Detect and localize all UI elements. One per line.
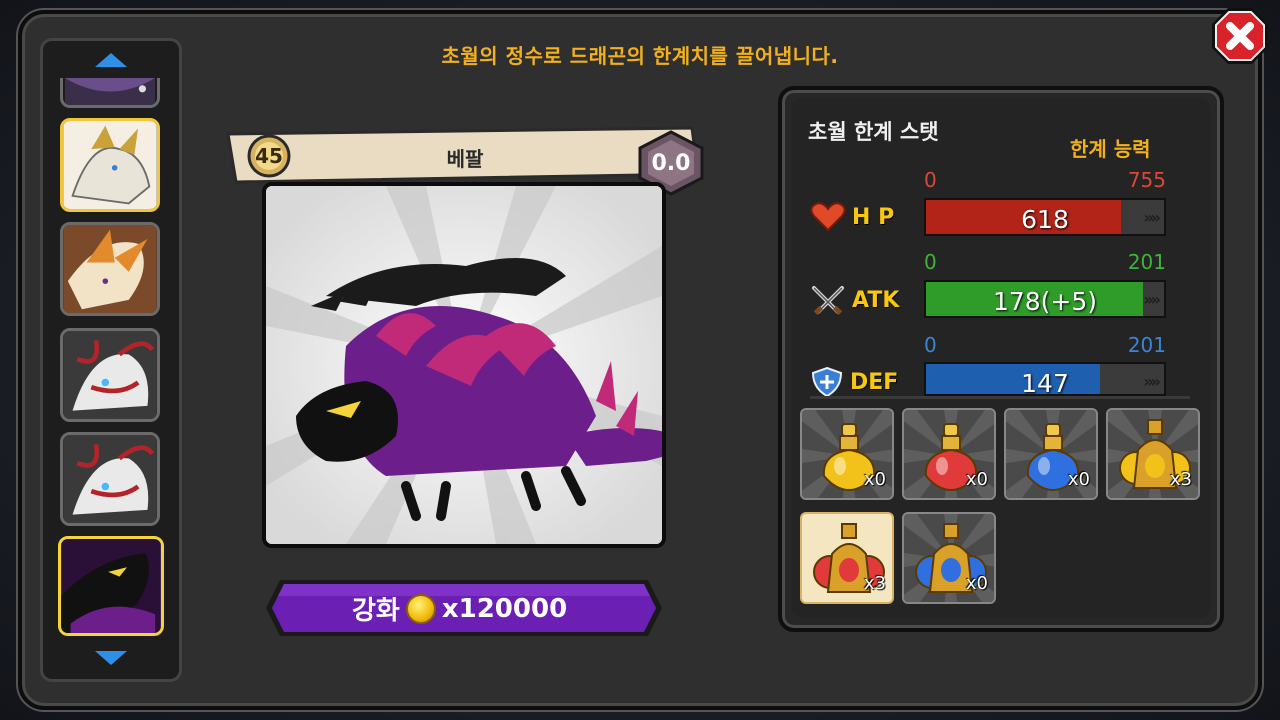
dragon-portrait <box>262 182 666 548</box>
score-text: 0.0 <box>651 150 691 176</box>
item-large-red-essence[interactable]: x3 <box>800 512 894 604</box>
atk-min: 0 <box>924 250 937 274</box>
close-icon <box>1212 8 1268 64</box>
hp-max: 755 <box>1127 168 1166 192</box>
scroll-up-icon[interactable] <box>91 49 131 69</box>
atk-label-text: ATK <box>852 287 900 313</box>
roster-slot-purple-dragon-selected[interactable] <box>58 536 164 636</box>
item-count: x0 <box>965 469 988 490</box>
atk-label: ATK <box>810 284 899 316</box>
hp-min: 0 <box>924 168 937 192</box>
hp-label: H P <box>810 202 894 232</box>
atk-bar: »» 178(+5) <box>924 280 1166 318</box>
atk-value: 178(+5) <box>992 287 1098 316</box>
item-large-blue-essence[interactable]: x0 <box>902 512 996 604</box>
item-count: x0 <box>863 469 886 490</box>
atk-max: 201 <box>1127 250 1166 274</box>
dragon-name: 베팔 <box>446 147 484 171</box>
roster-slot-white-gold-dragon[interactable] <box>60 118 160 212</box>
item-count: x3 <box>1169 469 1192 490</box>
item-count: x0 <box>965 573 988 594</box>
instruction-text: 초월의 정수로 드래곤의 한계치를 끌어냅니다. <box>441 44 839 68</box>
hp-value: 618 <box>1021 205 1069 234</box>
item-blue-essence[interactable]: x0 <box>1004 408 1098 500</box>
def-label: DEF <box>810 366 898 398</box>
upgrade-button[interactable]: 강화 x120000 <box>264 578 664 638</box>
def-bar: »» 147 <box>924 362 1166 396</box>
def-max: 201 <box>1127 333 1166 357</box>
panel-subtitle: 한계 능력 <box>1070 137 1151 161</box>
roster-slot-white-red-dragon[interactable] <box>60 328 160 422</box>
panel-title: 초월 한계 스탯 <box>808 120 939 144</box>
level-badge: 45 <box>244 134 294 178</box>
roster-slot-white-red-dragon-2[interactable] <box>60 432 160 526</box>
upgrade-label: 강화 x120000 <box>352 590 567 627</box>
upgrade-text: 강화 <box>352 596 400 626</box>
level-text: 45 <box>255 144 283 168</box>
scroll-down-icon[interactable] <box>91 649 131 669</box>
item-count: x0 <box>1067 469 1090 490</box>
item-red-essence[interactable]: x0 <box>902 408 996 500</box>
upgrade-cost: x120000 <box>441 593 568 624</box>
close-button[interactable] <box>1210 6 1270 66</box>
crossed-swords-icon <box>812 286 844 315</box>
def-label-text: DEF <box>850 369 899 395</box>
shield-icon <box>811 366 843 398</box>
def-value: 147 <box>1021 369 1069 396</box>
heart-icon <box>810 202 846 232</box>
item-large-gold-essence[interactable]: x3 <box>1106 408 1200 500</box>
item-gold-essence[interactable]: x0 <box>800 408 894 500</box>
gold-coin-icon <box>405 593 436 624</box>
hp-label-text: H P <box>852 204 895 230</box>
roster-slot-partial[interactable] <box>60 78 160 108</box>
item-count: x3 <box>863 573 886 594</box>
divider <box>810 396 1190 399</box>
hp-bar: »» 618 <box>924 198 1166 236</box>
def-min: 0 <box>924 333 937 357</box>
roster-slot-orange-dragon[interactable] <box>60 222 160 316</box>
